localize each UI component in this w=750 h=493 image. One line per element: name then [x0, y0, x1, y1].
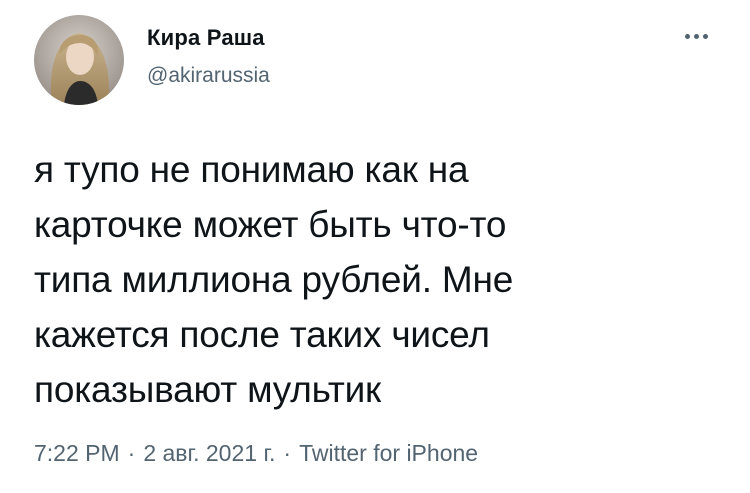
more-dot [702, 33, 708, 39]
more-dot [684, 33, 690, 39]
tweet-text-line: кажется после таких чисел [34, 314, 490, 355]
author-display-name[interactable]: Кира Раша [147, 25, 265, 51]
meta-separator: · [283, 440, 292, 466]
tweet-source[interactable]: Twitter for iPhone [299, 440, 478, 466]
tweet-text-line: типа миллиона рублей. Мне [34, 259, 514, 300]
more-options-icon[interactable] [676, 24, 716, 48]
avatar-image [34, 15, 124, 105]
tweet-metadata: 7:22 PM · 2 авг. 2021 г. · Twitter for iPhon… [34, 440, 478, 467]
more-dot [693, 33, 699, 39]
meta-separator: · [127, 440, 136, 466]
author-handle[interactable]: @akirarussia [147, 64, 270, 88]
tweet-text-line: карточке может быть что-то [34, 204, 507, 245]
tweet-text-line: я тупо не понимаю как на [34, 149, 469, 190]
avatar[interactable] [34, 15, 124, 105]
tweet-date[interactable]: 2 авг. 2021 г. [143, 440, 275, 466]
tweet-time[interactable]: 7:22 PM [34, 440, 120, 466]
tweet-text-line: показывают мультик [34, 369, 382, 410]
tweet-text: я тупо не понимаю как на карточке может … [34, 142, 734, 417]
tweet-card: Кира Раша @akirarussia я тупо не понимаю… [0, 0, 750, 493]
